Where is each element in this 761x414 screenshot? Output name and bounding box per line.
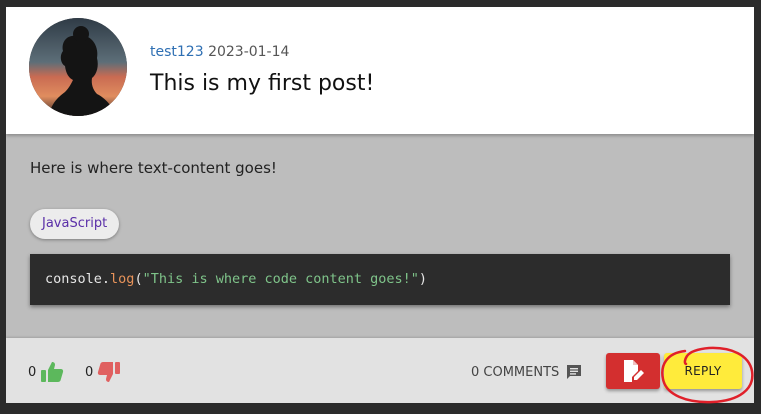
code-object: console bbox=[45, 271, 102, 287]
dislike-button[interactable]: 0 bbox=[85, 360, 121, 384]
language-tag[interactable]: JavaScript bbox=[30, 209, 120, 239]
thumb-down-icon bbox=[98, 362, 121, 382]
code-dot: . bbox=[101, 271, 111, 287]
avatar[interactable] bbox=[29, 18, 127, 116]
code-method: log bbox=[110, 271, 135, 287]
post-date: 2023-01-14 bbox=[208, 44, 290, 60]
comments-count-label: 0 COMMENTS bbox=[471, 364, 560, 380]
code-open-paren: ( bbox=[134, 271, 143, 287]
code-string: "This is where code content goes!" bbox=[142, 271, 419, 287]
username-link[interactable]: test123 bbox=[150, 44, 204, 60]
post-title: This is my first post! bbox=[150, 71, 375, 96]
dislike-count: 0 bbox=[85, 364, 94, 380]
post-meta: test123 2023-01-14 bbox=[150, 44, 289, 60]
like-button[interactable]: 0 bbox=[28, 360, 64, 384]
edit-document-icon bbox=[624, 360, 644, 382]
comment-icon bbox=[567, 365, 582, 379]
post-header: test123 2023-01-14 This is my first post… bbox=[6, 7, 754, 134]
avatar-image bbox=[29, 18, 127, 116]
post-footer: 0 0 0 COMMENTS REPLY bbox=[6, 338, 754, 403]
like-count: 0 bbox=[28, 364, 37, 380]
post-text-content: Here is where text-content goes! bbox=[30, 159, 277, 177]
code-close-paren: ) bbox=[418, 271, 428, 287]
thumb-up-icon bbox=[41, 362, 64, 382]
comments-link[interactable]: 0 COMMENTS bbox=[471, 360, 583, 384]
edit-button[interactable] bbox=[606, 353, 660, 389]
post-card: test123 2023-01-14 This is my first post… bbox=[6, 7, 754, 403]
code-block: console.log("This is where code content … bbox=[30, 254, 730, 305]
reply-button[interactable]: REPLY bbox=[664, 353, 742, 389]
